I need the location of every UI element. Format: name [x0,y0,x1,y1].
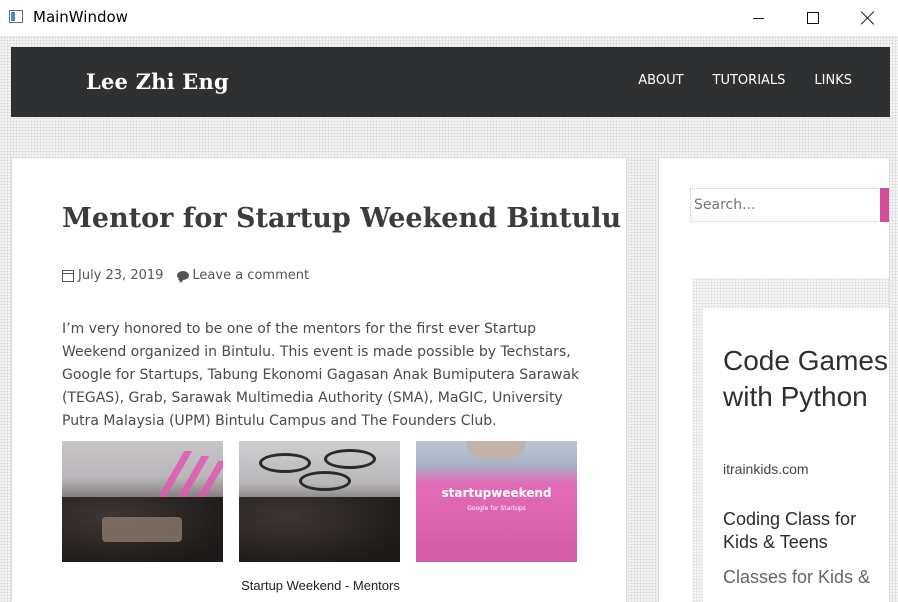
close-icon [861,11,875,25]
photo-table [102,517,182,542]
photo-decoration [324,449,376,469]
app-window-icon [9,10,23,23]
nav-tutorials[interactable]: TUTORIALS [713,73,786,88]
main-nav: ABOUT TUTORIALS LINKS [638,73,852,88]
maximize-icon [807,12,819,24]
photo-gallery: startupweekend Google for Startups [62,441,579,562]
ad-heading[interactable]: Coding Class for Kids & Teens [723,508,889,554]
window-title: MainWindow [33,8,128,26]
web-viewport[interactable]: Lee Zhi Eng ABOUT TUTORIALS LINKS Mentor… [0,36,898,602]
comment-icon [177,271,190,283]
leave-comment-link[interactable]: Leave a comment [192,268,309,283]
close-button[interactable] [845,0,891,36]
gallery-photo-1[interactable] [62,441,223,562]
photo-decoration [466,441,526,459]
search-input[interactable] [690,188,881,222]
gallery-caption: Startup Weekend - Mentors [241,578,400,593]
post-body-text: I’m very honored to be one of the mentor… [62,321,580,429]
search-submit-button[interactable] [880,188,889,222]
gallery-photo-2[interactable] [239,441,400,562]
ad-subheading: Classes for Kids & [723,567,871,587]
minimize-icon [752,17,764,19]
sidebar: Code Games with Python itrainkids.com Co… [658,157,890,602]
site-header: Lee Zhi Eng ABOUT TUTORIALS LINKS [11,47,890,117]
ad-title[interactable]: Code Games with Python [723,343,889,415]
maximize-button[interactable] [790,0,836,36]
tshirt-sub-text: Google for Startups [467,505,526,512]
post-article: Mentor for Startup Weekend Bintulu July … [11,157,627,602]
ad-card[interactable]: Code Games with Python itrainkids.com Co… [702,308,889,602]
gallery-photo-3[interactable]: startupweekend Google for Startups [416,441,577,562]
window-titlebar: MainWindow [0,0,898,36]
photo-decoration [299,471,351,491]
ad-domain: itrainkids.com [723,461,809,477]
nav-about[interactable]: ABOUT [638,73,683,88]
post-title[interactable]: Mentor for Startup Weekend Bintulu [62,203,621,234]
calendar-icon [62,269,74,282]
site-title-link[interactable]: Lee Zhi Eng [86,69,229,94]
tshirt-logo-text: startupweekend [441,486,552,500]
photo-decoration [259,453,311,473]
minimize-button[interactable] [735,0,781,36]
nav-links[interactable]: LINKS [814,73,852,88]
post-meta: July 23, 2019 Leave a comment [62,268,309,283]
ad-block: Code Games with Python itrainkids.com Co… [692,278,889,602]
photo-people [239,497,400,562]
post-date[interactable]: July 23, 2019 [78,268,163,283]
